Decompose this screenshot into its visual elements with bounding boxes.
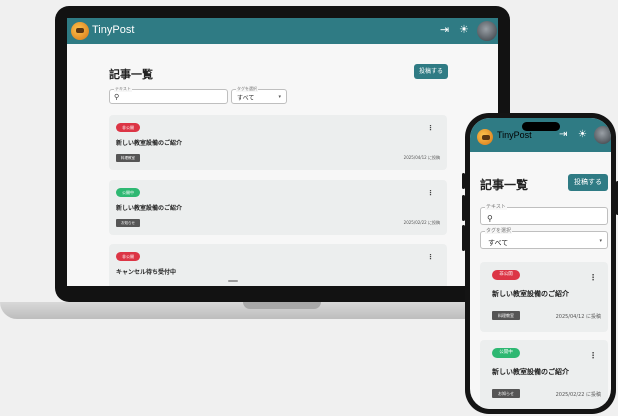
post-title: 新しい教室設備のご紹介 (492, 290, 569, 298)
more-vert-icon[interactable]: ⋮ (589, 273, 597, 282)
phone-side-button (462, 195, 465, 221)
search-label: テキスト (485, 204, 507, 210)
more-vert-icon[interactable]: ⋮ (427, 253, 434, 261)
user-avatar[interactable] (477, 21, 497, 41)
tag-chip: お知らせ (116, 219, 140, 227)
phone-side-button (462, 225, 465, 251)
app-bar: TinyPost ⇥ ☀ (67, 18, 498, 44)
page-title: 記事一覧 (480, 178, 529, 192)
theme-toggle-icon[interactable]: ☀ (459, 23, 469, 36)
dynamic-island (522, 122, 560, 131)
post-button[interactable]: 投稿する (568, 174, 608, 191)
scroll-handle[interactable] (228, 280, 238, 282)
tag-select-value: すべて (237, 95, 255, 102)
more-vert-icon[interactable]: ⋮ (427, 189, 434, 197)
post-title: 新しい教室設備のご紹介 (116, 205, 183, 212)
tag-chip: お知らせ (492, 389, 520, 398)
search-label: テキスト (114, 86, 132, 92)
tag-select[interactable]: タグを選択 すべて ▾ (231, 86, 287, 104)
status-badge: 公開中 (492, 348, 520, 358)
post-button[interactable]: 投稿する (414, 64, 448, 79)
post-title: キャンセル待ち受付中 (116, 269, 177, 276)
logout-icon[interactable]: ⇥ (440, 23, 449, 36)
phone-frame: TinyPost ⇥ ☀ 記事一覧 投稿する テキスト ⚲ タグを選択 すべて … (462, 113, 618, 414)
status-badge: 非公開 (492, 270, 520, 280)
laptop-screen: TinyPost ⇥ ☀ 記事一覧 投稿する テキスト ⚲ タグを選択 すべて … (67, 18, 498, 286)
tag-select[interactable]: タグを選択 すべて ▾ (480, 228, 608, 249)
post-card[interactable]: 非公開 ⋮ 新しい教室設備のご紹介 料理教室 2025/04/12 に投稿 (480, 262, 608, 332)
post-card[interactable]: 非公開 ⋮ 新しい教室設備のご紹介 料理教室 2025/04/12 に投稿 (109, 115, 447, 170)
laptop-notch (243, 302, 321, 309)
phone-side-button (462, 173, 465, 189)
post-card[interactable]: 非公開 ⋮ キャンセル待ち受付中 (109, 244, 447, 286)
mascot-logo-icon[interactable] (477, 129, 493, 145)
tag-chip: 料理教室 (492, 311, 520, 320)
phone-screen: TinyPost ⇥ ☀ 記事一覧 投稿する テキスト ⚲ タグを選択 すべて … (470, 118, 611, 409)
mascot-logo-icon[interactable] (71, 22, 89, 40)
tag-chip: 料理教室 (116, 154, 140, 162)
search-input[interactable]: テキスト ⚲ (109, 86, 228, 104)
status-badge: 非公開 (116, 252, 140, 261)
status-badge: 公開中 (116, 188, 140, 197)
tag-select-label: タグを選択 (485, 228, 513, 234)
post-title: 新しい教室設備のご紹介 (492, 368, 569, 376)
post-date: 2025/02/22 に投稿 (403, 220, 440, 225)
tag-select-label: タグを選択 (236, 86, 258, 92)
post-card[interactable]: 公開中 ⋮ 新しい教室設備のご紹介 お知らせ 2025/02/22 に投稿 (109, 180, 447, 235)
app-bar: TinyPost ⇥ ☀ (470, 118, 611, 152)
post-card[interactable]: 公開中 ⋮ 新しい教室設備のご紹介 お知らせ 2025/02/22 に投稿 (480, 340, 608, 409)
status-badge: 非公開 (116, 123, 140, 132)
search-icon: ⚲ (114, 93, 120, 101)
theme-toggle-icon[interactable]: ☀ (578, 129, 587, 140)
logout-icon[interactable]: ⇥ (559, 129, 567, 140)
post-title: 新しい教室設備のご紹介 (116, 140, 183, 147)
chevron-down-icon: ▾ (599, 238, 602, 244)
page-title: 記事一覧 (109, 69, 153, 81)
search-icon: ⚲ (487, 214, 493, 223)
post-date: 2025/02/22 に投稿 (555, 392, 601, 398)
more-vert-icon[interactable]: ⋮ (589, 351, 597, 360)
more-vert-icon[interactable]: ⋮ (427, 124, 434, 132)
user-avatar[interactable] (594, 126, 611, 144)
post-date: 2025/04/12 に投稿 (403, 155, 440, 160)
app-title[interactable]: TinyPost (92, 24, 134, 36)
post-date: 2025/04/12 に投稿 (555, 314, 601, 320)
search-input[interactable]: テキスト ⚲ (480, 204, 608, 225)
app-title[interactable]: TinyPost (497, 130, 532, 140)
chevron-down-icon: ▾ (278, 94, 281, 100)
tag-select-value: すべて (488, 239, 509, 247)
